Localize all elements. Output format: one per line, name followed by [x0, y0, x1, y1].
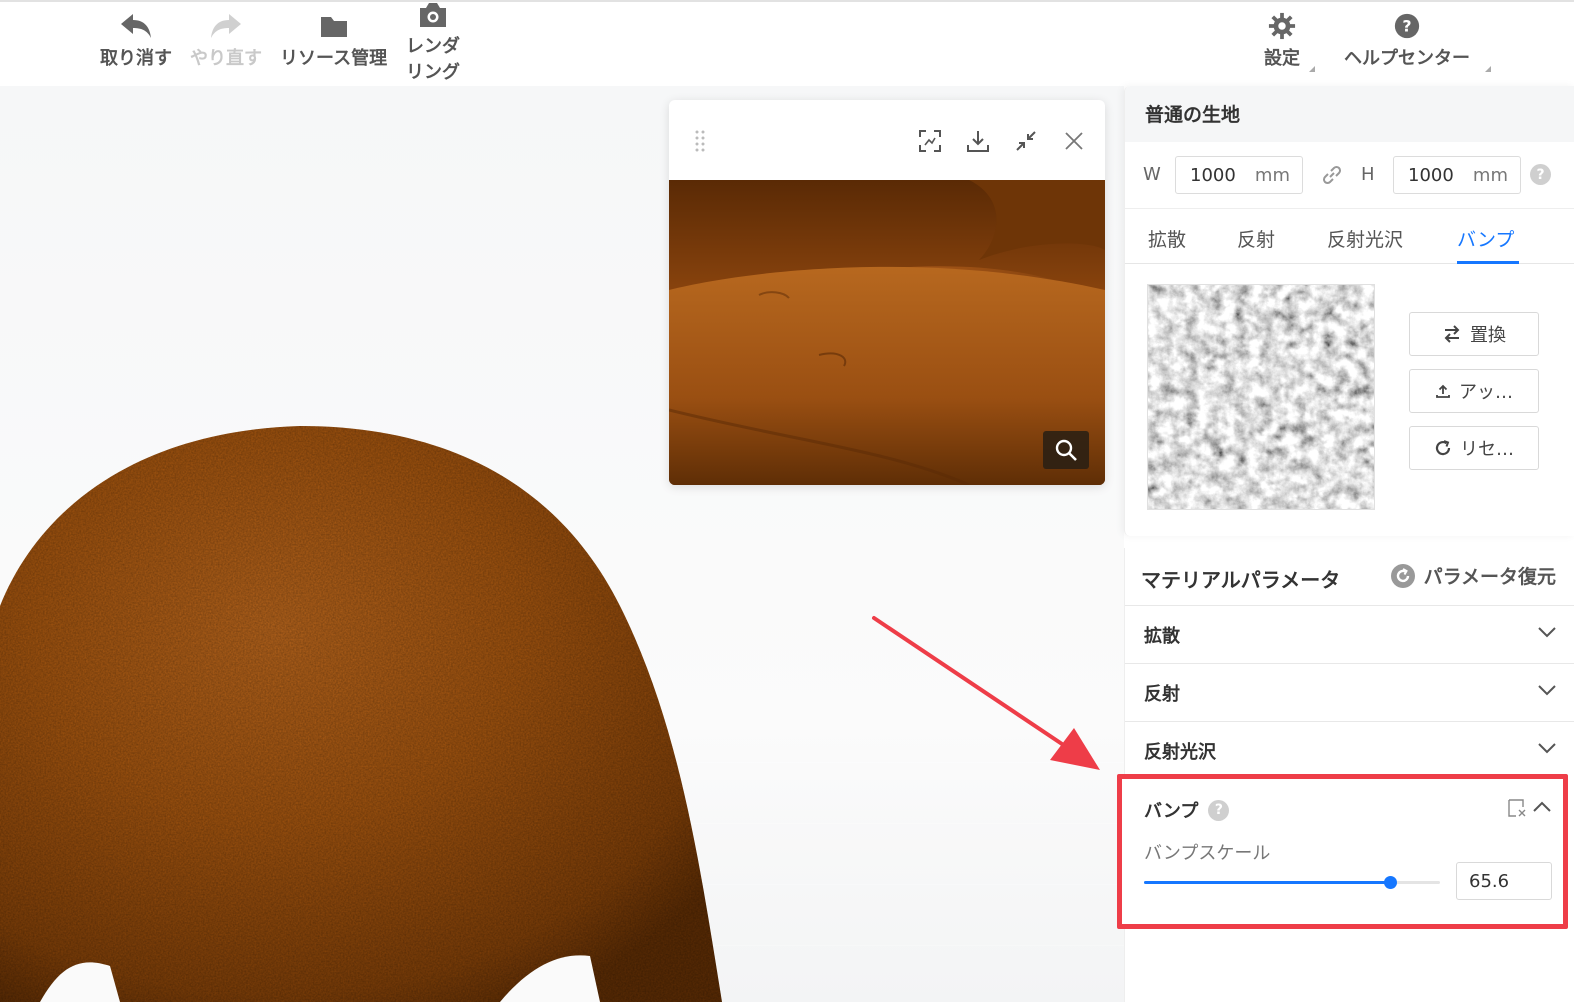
accordion-diffuse[interactable]: 拡散: [1125, 605, 1574, 663]
render-button[interactable]: レンダ リング: [406, 0, 460, 86]
restore-icon: [1390, 563, 1415, 588]
render-label-1: レンダ: [406, 36, 460, 57]
slider-thumb[interactable]: [1383, 876, 1397, 889]
width-label: W: [1143, 164, 1161, 185]
magnifier-icon: [1055, 439, 1077, 461]
zoom-button[interactable]: [1043, 431, 1089, 469]
top-border: [0, 0, 1574, 2]
bump-title: バンプ: [1144, 801, 1199, 822]
chevron-up-icon[interactable]: [1532, 801, 1552, 813]
gear-icon: [1268, 12, 1296, 40]
redo-button[interactable]: やり直す: [190, 12, 262, 72]
accordion-reflection[interactable]: 反射: [1125, 663, 1574, 721]
size-help-icon[interactable]: ?: [1530, 164, 1551, 185]
camera-icon: [420, 3, 446, 27]
svg-text:?: ?: [1402, 17, 1411, 36]
reset-map-label: リセ…: [1460, 439, 1514, 460]
drag-handle-icon[interactable]: [695, 130, 705, 152]
help-center-button[interactable]: ? ヘルプセンター: [1344, 12, 1470, 72]
accordion-reflection-label: 反射: [1144, 683, 1180, 705]
height-value: 1000: [1408, 164, 1454, 186]
help-center-label: ヘルプセンター: [1344, 48, 1470, 69]
bump-map-thumbnail[interactable]: [1147, 284, 1375, 510]
tab-reflection[interactable]: 反射: [1237, 225, 1275, 252]
close-icon[interactable]: [1061, 128, 1087, 154]
height-label: H: [1361, 164, 1375, 185]
chevron-down-icon: [1538, 743, 1556, 754]
undo-icon: [121, 14, 151, 38]
material-panel: 普通の生地 W 1000 mm H 1000 mm ? 拡散 反射 反射光沢 バ…: [1124, 86, 1574, 536]
help-caret-icon: [1485, 66, 1491, 72]
map-tabs: 拡散 反射 反射光沢 バンプ: [1125, 208, 1574, 264]
material-name: 普通の生地: [1145, 104, 1241, 126]
bump-scale-slider[interactable]: [1144, 876, 1440, 889]
height-input[interactable]: 1000 mm: [1393, 156, 1521, 194]
swap-icon: [1444, 325, 1460, 343]
redo-label: やり直す: [190, 48, 262, 69]
undo-label: 取り消す: [100, 48, 172, 69]
bump-scale-label: バンプスケール: [1144, 843, 1271, 864]
question-circle-icon: ?: [1394, 13, 1420, 39]
bump-header[interactable]: バンプ ?: [1144, 797, 1230, 823]
resources-label: リソース管理: [280, 48, 388, 69]
settings-button[interactable]: 設定: [1264, 12, 1300, 72]
clear-map-icon[interactable]: [1506, 797, 1528, 819]
width-value: 1000: [1190, 164, 1236, 186]
folder-icon: [320, 17, 347, 37]
accordion-diffuse-label: 拡散: [1144, 625, 1180, 647]
accordion-glossiness[interactable]: 反射光沢: [1125, 721, 1574, 779]
chevron-down-icon: [1538, 627, 1556, 638]
restore-parameters-label: パラメータ復元: [1423, 566, 1556, 588]
replace-label: 置換: [1470, 325, 1506, 346]
width-input[interactable]: 1000 mm: [1175, 156, 1303, 194]
upload-label: アッ…: [1459, 382, 1513, 403]
preview-header: [669, 100, 1105, 180]
slider-fill: [1144, 881, 1390, 884]
restore-parameters-button[interactable]: パラメータ復元: [1390, 562, 1556, 589]
resources-button[interactable]: リソース管理: [280, 12, 387, 72]
replace-button[interactable]: 置換: [1409, 312, 1539, 356]
material-parameters-title: マテリアルパラメータ: [1141, 568, 1341, 592]
chevron-down-icon: [1538, 685, 1556, 696]
download-icon[interactable]: [965, 128, 991, 154]
bump-parameters-section: バンプ ? バンプスケール 65.6: [1117, 774, 1568, 929]
collapse-icon[interactable]: [1013, 128, 1039, 154]
sofa-render-image: [669, 180, 1105, 485]
tab-diffuse[interactable]: 拡散: [1148, 225, 1186, 252]
bump-scale-value: 65.6: [1469, 870, 1510, 892]
undo-button[interactable]: 取り消す: [100, 12, 172, 72]
render-label-2: リング: [406, 62, 460, 83]
redo-icon: [211, 14, 241, 38]
annotation-arrow: [872, 616, 1100, 770]
settings-label: 設定: [1264, 48, 1300, 69]
fit-screen-icon[interactable]: [917, 128, 943, 154]
link-icon[interactable]: [1321, 164, 1343, 186]
tab-glossiness[interactable]: 反射光沢: [1327, 225, 1403, 252]
render-preview-window[interactable]: [669, 100, 1105, 485]
height-unit: mm: [1472, 164, 1508, 186]
bump-scale-input[interactable]: 65.6: [1456, 862, 1552, 900]
reset-map-button[interactable]: リセ…: [1409, 426, 1539, 470]
bump-help-icon[interactable]: ?: [1208, 799, 1230, 821]
upload-button[interactable]: アッ…: [1409, 369, 1539, 413]
refresh-icon: [1435, 440, 1451, 456]
width-unit: mm: [1254, 164, 1290, 186]
settings-caret-icon: [1309, 66, 1315, 72]
accordion-glossiness-label: 反射光沢: [1144, 741, 1216, 763]
tab-bump[interactable]: バンプ: [1457, 225, 1514, 252]
upload-icon: [1436, 384, 1450, 398]
active-tab-indicator: [1457, 261, 1519, 264]
